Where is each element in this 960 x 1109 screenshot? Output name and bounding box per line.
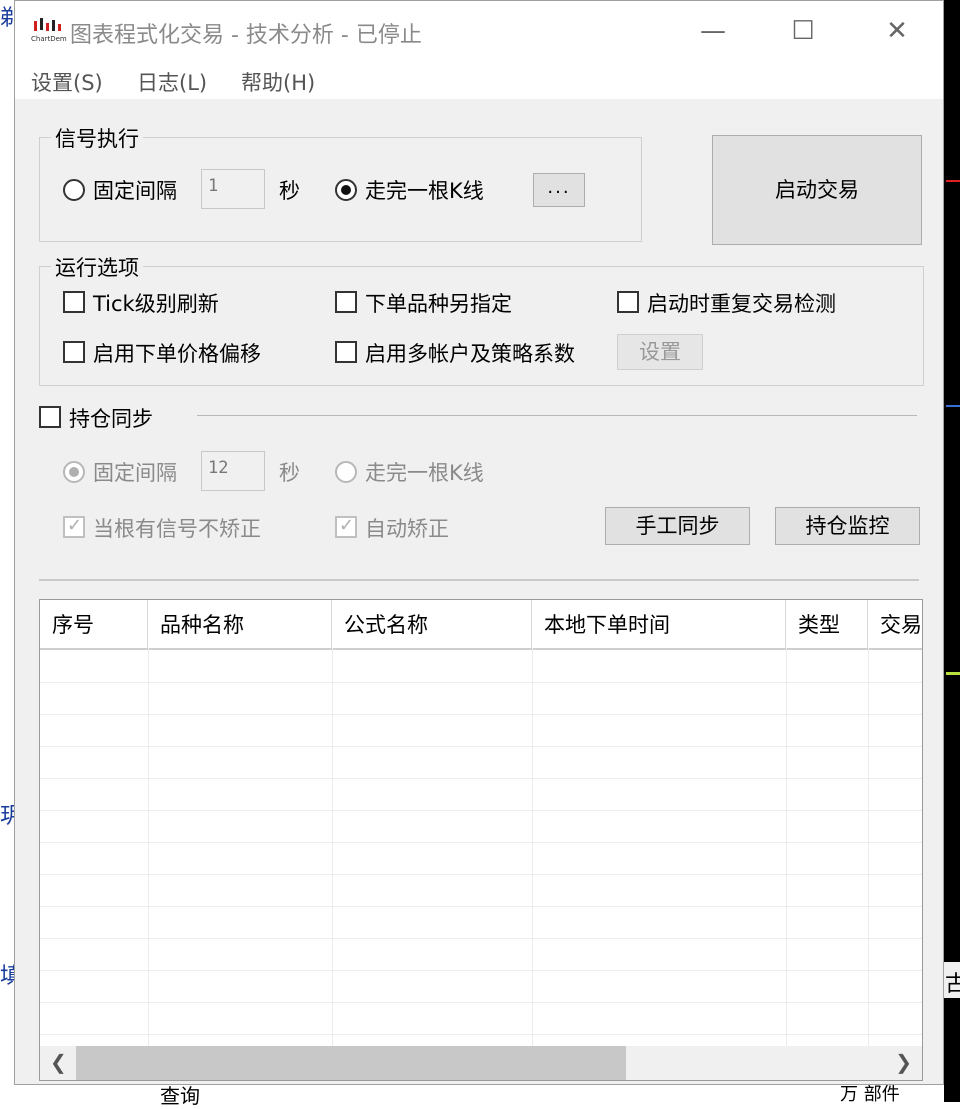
column-header-order-time[interactable]: 本地下单时间 xyxy=(532,600,786,648)
manual-sync-button[interactable]: 手工同步 xyxy=(605,507,750,545)
window-title: 图表程式化交易 - 技术分析 - 已停止 xyxy=(70,23,422,48)
sync-fixed-interval-label: 固定间隔 xyxy=(93,461,177,485)
position-sync-divider xyxy=(197,415,917,416)
minimize-button[interactable]: — xyxy=(683,11,743,51)
grid-line xyxy=(40,1034,922,1035)
sync-interval-input[interactable]: 12 xyxy=(201,451,265,491)
recheck-on-start-checkbox[interactable] xyxy=(617,291,639,313)
section-divider xyxy=(39,579,919,581)
grid-line xyxy=(40,1002,922,1003)
position-monitor-button[interactable]: 持仓监控 xyxy=(775,507,920,545)
close-icon: ✕ xyxy=(886,16,908,46)
signal-more-button[interactable]: ... xyxy=(533,173,585,207)
grid-line xyxy=(40,810,922,811)
background-window-right xyxy=(944,0,960,1102)
price-offset-label: 启用下单价格偏移 xyxy=(93,342,261,366)
grid-line xyxy=(532,648,533,1048)
signal-seconds-unit: 秒 xyxy=(279,179,300,203)
app-chart-icon: ChartDem xyxy=(31,15,67,47)
maximize-icon: ☐ xyxy=(791,16,815,46)
sync-kline-radio[interactable] xyxy=(335,461,357,483)
sync-fixed-interval-radio[interactable] xyxy=(63,461,85,483)
grid-line xyxy=(868,648,869,1048)
column-header-trade[interactable]: 交易 xyxy=(868,600,922,648)
background-text: 会 xyxy=(945,1030,960,1055)
column-header-symbol[interactable]: 品种名称 xyxy=(148,600,332,648)
menu-settings[interactable]: 设置(S) xyxy=(31,67,103,97)
grid-line xyxy=(40,906,922,907)
close-button[interactable]: ✕ xyxy=(867,11,927,51)
horizontal-scrollbar[interactable]: ❮ ❯ xyxy=(40,1046,922,1080)
sync-seconds-unit: 秒 xyxy=(279,461,300,485)
run-options-title: 运行选项 xyxy=(51,252,143,282)
multi-account-settings-button[interactable]: 设置 xyxy=(617,334,703,370)
trading-window: ChartDem 图表程式化交易 - 技术分析 - 已停止 — ☐ ✕ 设置(S… xyxy=(14,0,944,1085)
signal-fixed-interval-label: 固定间隔 xyxy=(93,179,177,203)
auto-correct-checkbox[interactable] xyxy=(335,515,357,538)
maximize-button[interactable]: ☐ xyxy=(773,11,833,51)
auto-correct-label: 自动矫正 xyxy=(365,517,449,541)
grid-line xyxy=(40,842,922,843)
order-symbol-specify-checkbox[interactable] xyxy=(335,291,357,313)
recheck-on-start-label: 启动时重复交易检测 xyxy=(647,292,836,316)
grid-line xyxy=(40,714,922,715)
multi-account-checkbox[interactable] xyxy=(335,341,357,363)
sync-kline-label: 走完一根K线 xyxy=(365,461,484,485)
menu-help[interactable]: 帮助(H) xyxy=(241,67,315,97)
app-icon-text: ChartDem xyxy=(31,35,67,43)
no-correct-on-signal-checkbox[interactable] xyxy=(63,515,85,538)
position-sync-checkbox[interactable] xyxy=(39,406,61,428)
signal-interval-input[interactable]: 1 xyxy=(201,169,265,209)
grid-line xyxy=(40,746,922,747)
grid-line xyxy=(786,648,787,1048)
menu-log[interactable]: 日志(L) xyxy=(137,67,207,97)
background-text: 古 xyxy=(945,972,960,997)
background-window-bottom xyxy=(14,1085,944,1102)
grid-line xyxy=(40,970,922,971)
signal-kline-label: 走完一根K线 xyxy=(365,179,484,203)
signal-fixed-interval-radio[interactable] xyxy=(63,179,85,201)
minimize-icon: — xyxy=(700,16,726,46)
grid-line xyxy=(40,778,922,779)
background-window-left xyxy=(0,0,14,1102)
column-header-index[interactable]: 序号 xyxy=(40,600,148,648)
grid-line xyxy=(332,648,333,1048)
no-correct-on-signal-label: 当根有信号不矫正 xyxy=(93,517,261,541)
table-header: 序号 品种名称 公式名称 本地下单时间 类型 交易 xyxy=(40,600,922,650)
title-bar: ChartDem 图表程式化交易 - 技术分析 - 已停止 — ☐ ✕ xyxy=(15,1,943,61)
scroll-left-icon[interactable]: ❮ xyxy=(50,1050,67,1074)
grid-line xyxy=(40,682,922,683)
multi-account-label: 启用多帐户及策略系数 xyxy=(365,342,575,366)
signal-kline-radio[interactable] xyxy=(335,179,357,201)
grid-line xyxy=(40,938,922,939)
scroll-right-icon[interactable]: ❯ xyxy=(895,1050,912,1074)
grid-line xyxy=(40,874,922,875)
signal-group-title: 信号执行 xyxy=(51,123,143,153)
orders-table: 序号 品种名称 公式名称 本地下单时间 类型 交易 ❮ ❯ xyxy=(39,599,923,1081)
tick-refresh-checkbox[interactable] xyxy=(63,291,85,313)
column-header-type[interactable]: 类型 xyxy=(786,600,868,648)
background-chart-line xyxy=(946,672,960,675)
background-chart-line xyxy=(946,180,960,182)
background-chart-line xyxy=(946,405,960,407)
position-sync-label: 持仓同步 xyxy=(69,407,153,431)
column-header-formula[interactable]: 公式名称 xyxy=(332,600,532,648)
tick-refresh-label: Tick级别刷新 xyxy=(93,292,219,316)
scrollbar-thumb[interactable] xyxy=(76,1046,626,1080)
price-offset-checkbox[interactable] xyxy=(63,341,85,363)
start-trading-button[interactable]: 启动交易 xyxy=(712,135,922,245)
run-options-group xyxy=(39,266,924,386)
order-symbol-specify-label: 下单品种另指定 xyxy=(365,292,512,316)
grid-line xyxy=(148,648,149,1048)
